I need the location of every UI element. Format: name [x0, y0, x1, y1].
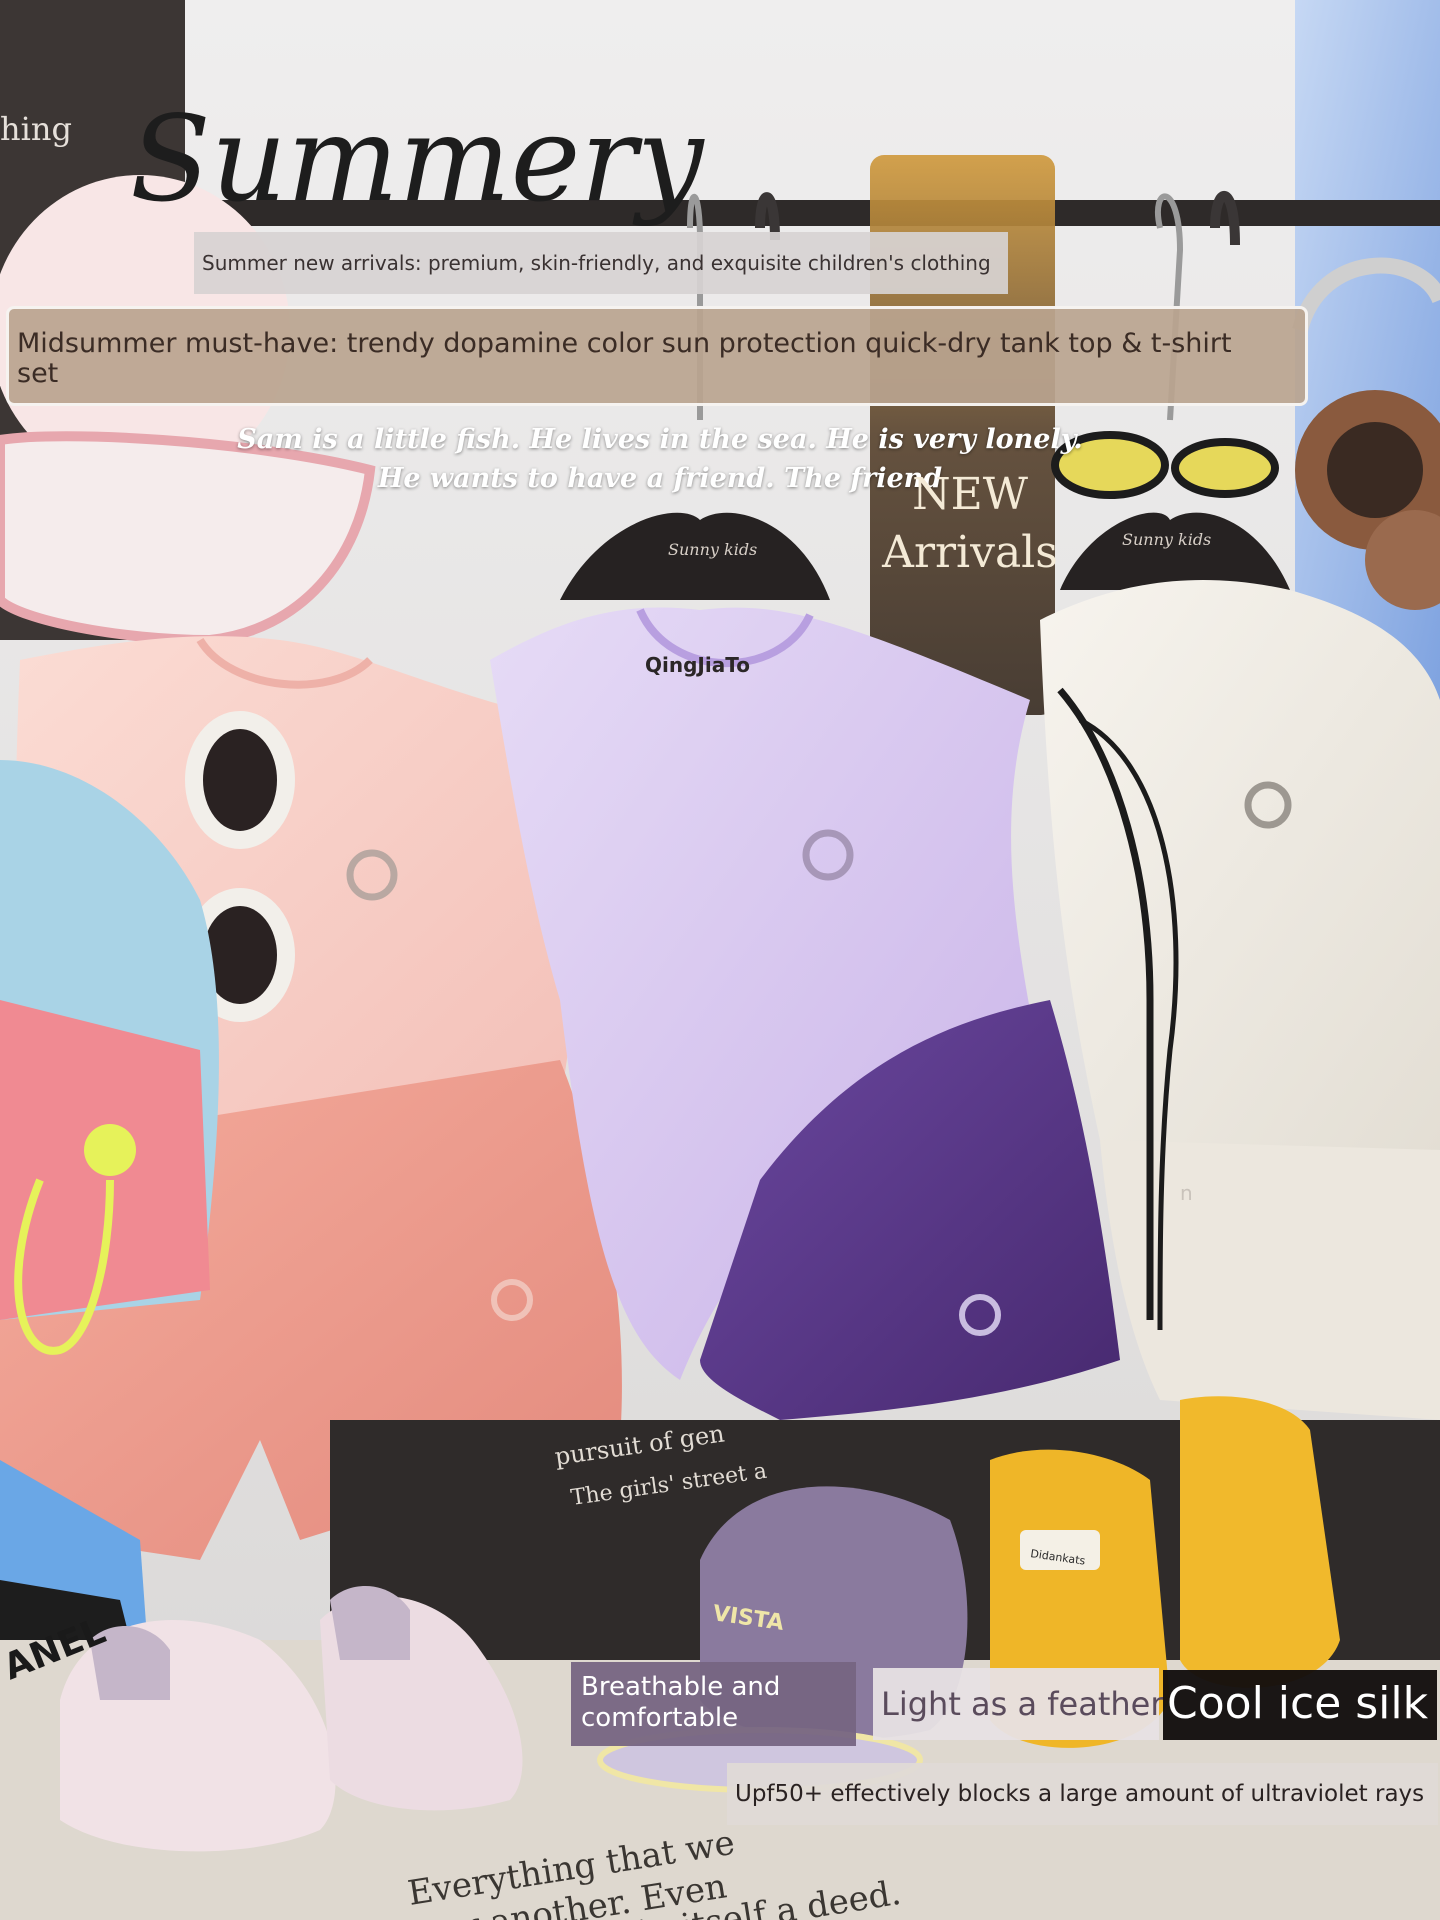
- new-arrivals-line-2: Arrivals: [882, 527, 1058, 578]
- uv-protection-banner: Upf50+ effectively blocks a large amount…: [727, 1763, 1438, 1825]
- feature-breathable-text: Breathable and comfortable: [581, 1672, 781, 1733]
- svg-text:QingJiaTo: QingJiaTo: [645, 653, 750, 677]
- new-arrivals-line-1: NEW: [912, 469, 1028, 520]
- feature-ice-silk-badge: Cool ice silk: [1163, 1670, 1437, 1740]
- svg-text:hing: hing: [0, 110, 72, 148]
- uv-protection-text: Upf50+ effectively blocks a large amount…: [735, 1781, 1425, 1807]
- feature-breathable-badge: Breathable and comfortable: [571, 1662, 856, 1746]
- headline-banner: Midsummer must-have: trendy dopamine col…: [6, 306, 1308, 406]
- feature-feather-text: Light as a feather: [881, 1685, 1164, 1723]
- feature-ice-silk-text: Cool ice silk: [1167, 1678, 1429, 1729]
- new-arrivals-text: NEW Arrivals: [880, 466, 1060, 582]
- feature-feather-badge: Light as a feather: [873, 1668, 1164, 1740]
- story-line-1: Sam is a little fish. He lives in the se…: [237, 424, 1083, 455]
- svg-text:Sunny kids: Sunny kids: [1122, 530, 1211, 549]
- summery-logo: Summery: [130, 90, 705, 228]
- svg-text:n: n: [1180, 1181, 1193, 1205]
- svg-text:Sunny kids: Sunny kids: [668, 540, 757, 559]
- cream-tank-top: [1040, 580, 1440, 1160]
- headline-text: Midsummer must-have: trendy dopamine col…: [17, 328, 1232, 389]
- subtitle-text: Summer new arrivals: premium, skin-frien…: [202, 251, 991, 275]
- product-banner: Summery hing Sunny kids Sunny kids QingJ…: [0, 0, 1440, 1920]
- subtitle-banner: Summer new arrivals: premium, skin-frien…: [194, 232, 1008, 294]
